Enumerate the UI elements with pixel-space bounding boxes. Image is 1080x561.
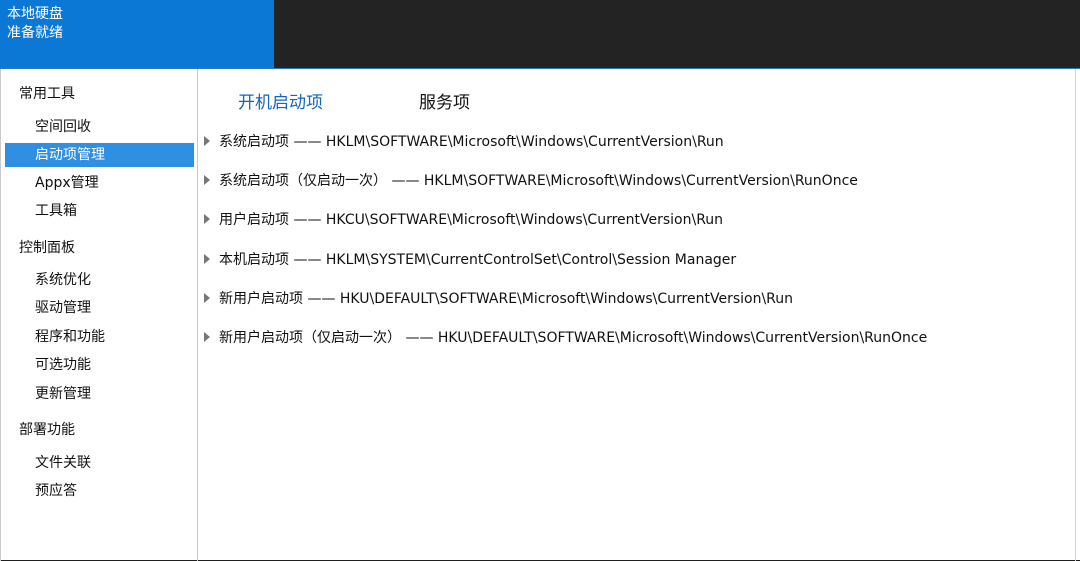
sidebar-item-update-manager[interactable]: 更新管理 [5, 382, 194, 406]
sidebar-item-driver-manager[interactable]: 驱动管理 [5, 296, 194, 320]
triangle-right-icon[interactable] [204, 332, 210, 342]
content-area: 开机启动项 服务项 系统启动项 —— HKLM\SOFTWARE\Microso… [198, 69, 1080, 561]
right-edge-divider [1075, 69, 1080, 561]
main-panel: 常用工具 空间回收 启动项管理 Appx管理 工具箱 控制面板 系统优化 驱动管… [0, 68, 1080, 561]
sidebar-item-space-reclaim[interactable]: 空间回收 [5, 115, 194, 139]
startup-entry-label: 新用户启动项 —— HKU\DEFAULT\SOFTWARE\Microsoft… [219, 291, 794, 307]
startup-entry-row[interactable]: 本机启动项 —— HKLM\SYSTEM\CurrentControlSet\C… [204, 249, 736, 271]
sidebar-item-pre-answer[interactable]: 预应答 [5, 479, 194, 503]
sidebar-item-startup-manager[interactable]: 启动项管理 [5, 143, 194, 167]
sidebar-group-deploy: 部署功能 [19, 422, 75, 438]
sidebar-item-toolbox[interactable]: 工具箱 [5, 199, 194, 223]
drive-status-header: 本地硬盘 准备就绪 [0, 0, 274, 68]
sidebar: 常用工具 空间回收 启动项管理 Appx管理 工具箱 控制面板 系统优化 驱动管… [0, 69, 198, 561]
startup-entry-row[interactable]: 用户启动项 —— HKCU\SOFTWARE\Microsoft\Windows… [204, 209, 723, 231]
startup-entry-label: 系统启动项 —— HKLM\SOFTWARE\Microsoft\Windows… [219, 134, 724, 150]
tab-services[interactable]: 服务项 [419, 88, 470, 113]
startup-entry-label: 系统启动项（仅启动一次） —— HKLM\SOFTWARE\Microsoft\… [219, 173, 858, 189]
triangle-right-icon[interactable] [204, 136, 210, 146]
triangle-right-icon[interactable] [204, 214, 210, 224]
startup-entry-row[interactable]: 系统启动项（仅启动一次） —— HKLM\SOFTWARE\Microsoft\… [204, 170, 858, 192]
startup-entry-label: 新用户启动项（仅启动一次） —— HKU\DEFAULT\SOFTWARE\Mi… [219, 330, 928, 346]
startup-entry-row[interactable]: 新用户启动项 —— HKU\DEFAULT\SOFTWARE\Microsoft… [204, 288, 793, 310]
sidebar-group-control-panel: 控制面板 [19, 240, 75, 256]
startup-entry-row[interactable]: 新用户启动项（仅启动一次） —— HKU\DEFAULT\SOFTWARE\Mi… [204, 327, 927, 349]
tab-startup-items[interactable]: 开机启动项 [238, 88, 323, 113]
startup-entry-label: 用户启动项 —— HKCU\SOFTWARE\Microsoft\Windows… [219, 212, 724, 228]
sidebar-item-appx-manager[interactable]: Appx管理 [5, 171, 194, 195]
triangle-right-icon[interactable] [204, 254, 210, 264]
startup-entry-label: 本机启动项 —— HKLM\SYSTEM\CurrentControlSet\C… [219, 252, 737, 268]
top-bar [274, 0, 1080, 68]
sidebar-item-file-association[interactable]: 文件关联 [5, 451, 194, 475]
drive-title: 本地硬盘 [7, 6, 63, 22]
triangle-right-icon[interactable] [204, 293, 210, 303]
startup-entry-row[interactable]: 系统启动项 —— HKLM\SOFTWARE\Microsoft\Windows… [204, 131, 724, 153]
sidebar-item-optional-features[interactable]: 可选功能 [5, 353, 194, 377]
sidebar-item-system-optimize[interactable]: 系统优化 [5, 268, 194, 292]
drive-status: 准备就绪 [7, 25, 63, 41]
triangle-right-icon[interactable] [204, 175, 210, 185]
sidebar-group-common-tools: 常用工具 [19, 86, 75, 102]
sidebar-item-programs-features[interactable]: 程序和功能 [5, 325, 194, 349]
